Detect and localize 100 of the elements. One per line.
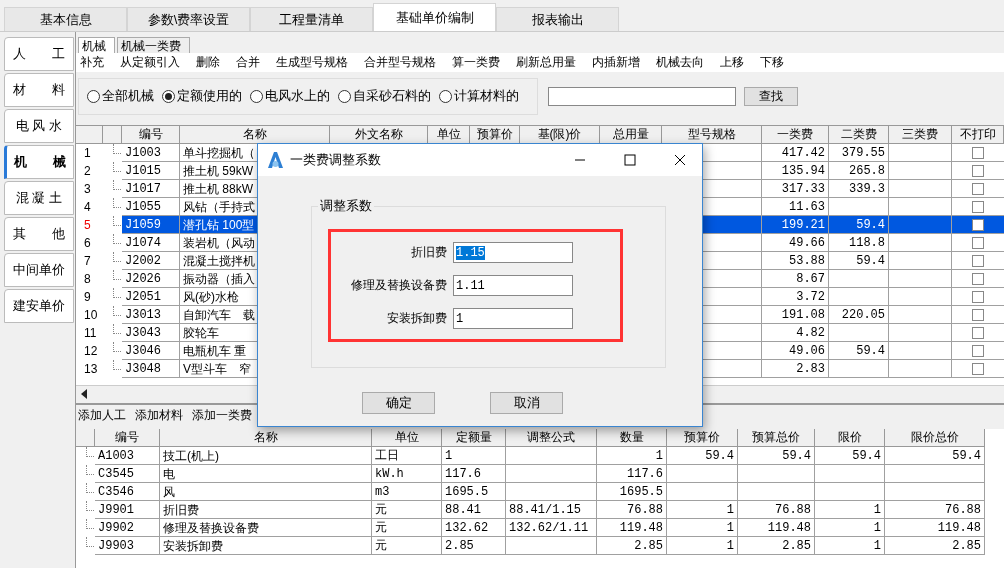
table-cell: 1 — [815, 501, 885, 519]
field-value: 1.15 — [456, 245, 485, 260]
table-cell: J3046 — [122, 342, 180, 360]
column-header: 名称 — [160, 429, 372, 447]
column-header: 不打印 — [952, 126, 1004, 144]
table-cell: J1074 — [122, 234, 180, 252]
table-cell: 元 — [372, 519, 442, 537]
table-cell: 76.88 — [885, 501, 985, 519]
table-cell: J9901 — [95, 501, 160, 519]
table-cell: 59.4 — [829, 252, 889, 270]
table-cell: J1059 — [122, 216, 180, 234]
column-header: 编号 — [122, 126, 180, 144]
table-cell: J3013 — [122, 306, 180, 324]
table-cell: J1017 — [122, 180, 180, 198]
table-cell: 2.85 — [738, 537, 815, 555]
table-cell: 电 — [160, 465, 372, 483]
column-header: 数量 — [597, 429, 667, 447]
column-header: 编号 — [95, 429, 160, 447]
table-cell: 1 — [667, 519, 738, 537]
column-header: 预算价 — [667, 429, 738, 447]
table-cell: 1 — [815, 519, 885, 537]
column-header: 型号规格 — [662, 126, 762, 144]
table-cell: 59.4 — [885, 447, 985, 465]
table-cell: 88.41 — [442, 501, 506, 519]
table-cell: 1695.5 — [442, 483, 506, 501]
column-header: 限价 — [815, 429, 885, 447]
table-cell: 191.08 — [762, 306, 829, 324]
table-cell: 132.62/1.11 — [506, 519, 597, 537]
table-cell: J3043 — [122, 324, 180, 342]
table-cell: 220.05 — [829, 306, 889, 324]
table-cell: J1003 — [122, 144, 180, 162]
table-cell: 1 — [815, 537, 885, 555]
table-cell: 88.41/1.15 — [506, 501, 597, 519]
column-header: 总用量 — [600, 126, 662, 144]
table-cell: 132.62 — [442, 519, 506, 537]
table-cell: 1 — [442, 447, 506, 465]
table-cell: 修理及替换设备费 — [160, 519, 372, 537]
table-cell: 2.85 — [597, 537, 667, 555]
table-cell: 1 — [597, 447, 667, 465]
column-header: 三类费 — [889, 126, 952, 144]
table-cell: 元 — [372, 501, 442, 519]
table-cell: 3.72 — [762, 288, 829, 306]
field-label: 安装拆卸费 — [386, 310, 447, 327]
table-cell: J1015 — [122, 162, 180, 180]
column-header: 二类费 — [829, 126, 889, 144]
table-cell: 59.4 — [829, 216, 889, 234]
field-label: 修理及替换设备费 — [350, 277, 447, 294]
table-cell: 1 — [667, 501, 738, 519]
table-cell: 49.06 — [762, 342, 829, 360]
table-cell: J2051 — [122, 288, 180, 306]
table-cell: J1055 — [122, 198, 180, 216]
table-cell: J9903 — [95, 537, 160, 555]
table-cell: J9902 — [95, 519, 160, 537]
table-cell: 53.88 — [762, 252, 829, 270]
column-header: 单位 — [372, 429, 442, 447]
table-cell: 417.42 — [762, 144, 829, 162]
table-cell: 2.85 — [885, 537, 985, 555]
table-cell: 379.55 — [829, 144, 889, 162]
column-header: 基(限)价 — [520, 126, 600, 144]
table-cell: 119.48 — [885, 519, 985, 537]
table-cell: 265.8 — [829, 162, 889, 180]
column-header: 预算总价 — [738, 429, 815, 447]
table-cell: J2026 — [122, 270, 180, 288]
table-cell: 135.94 — [762, 162, 829, 180]
group-label: 调整系数 — [318, 198, 374, 215]
table-cell: 技工(机上) — [160, 447, 372, 465]
column-header: 外文名称 — [330, 126, 428, 144]
table-cell: 工日 — [372, 447, 442, 465]
table-cell: 117.6 — [442, 465, 506, 483]
column-header: 调整公式 — [506, 429, 597, 447]
table-cell: 安装拆卸费 — [160, 537, 372, 555]
column-header: 限价总价 — [885, 429, 985, 447]
table-cell: 119.48 — [738, 519, 815, 537]
table-cell: 元 — [372, 537, 442, 555]
table-cell: 119.48 — [597, 519, 667, 537]
table-cell: 1695.5 — [597, 483, 667, 501]
table-cell: 59.4 — [829, 342, 889, 360]
table-cell: 2.83 — [762, 360, 829, 378]
field-value: 1 — [456, 311, 464, 326]
table-cell: 339.3 — [829, 180, 889, 198]
field-value: 1.11 — [456, 278, 485, 293]
table-cell: J2002 — [122, 252, 180, 270]
table-cell: 49.66 — [762, 234, 829, 252]
column-header: 单位 — [428, 126, 470, 144]
table-cell: 4.82 — [762, 324, 829, 342]
field-label: 折旧费 — [410, 244, 447, 261]
table-cell: A1003 — [95, 447, 160, 465]
table-cell: 8.67 — [762, 270, 829, 288]
table-cell: 2.85 — [442, 537, 506, 555]
table-cell: J3048 — [122, 360, 180, 378]
column-header: 预算价 — [470, 126, 520, 144]
table-cell: 118.8 — [829, 234, 889, 252]
table-cell: 59.4 — [815, 447, 885, 465]
table-cell: 59.4 — [667, 447, 738, 465]
table-cell: 117.6 — [597, 465, 667, 483]
table-cell: 59.4 — [738, 447, 815, 465]
table-cell: C3546 — [95, 483, 160, 501]
table-cell: 199.21 — [762, 216, 829, 234]
table-cell: 317.33 — [762, 180, 829, 198]
table-cell: m3 — [372, 483, 442, 501]
